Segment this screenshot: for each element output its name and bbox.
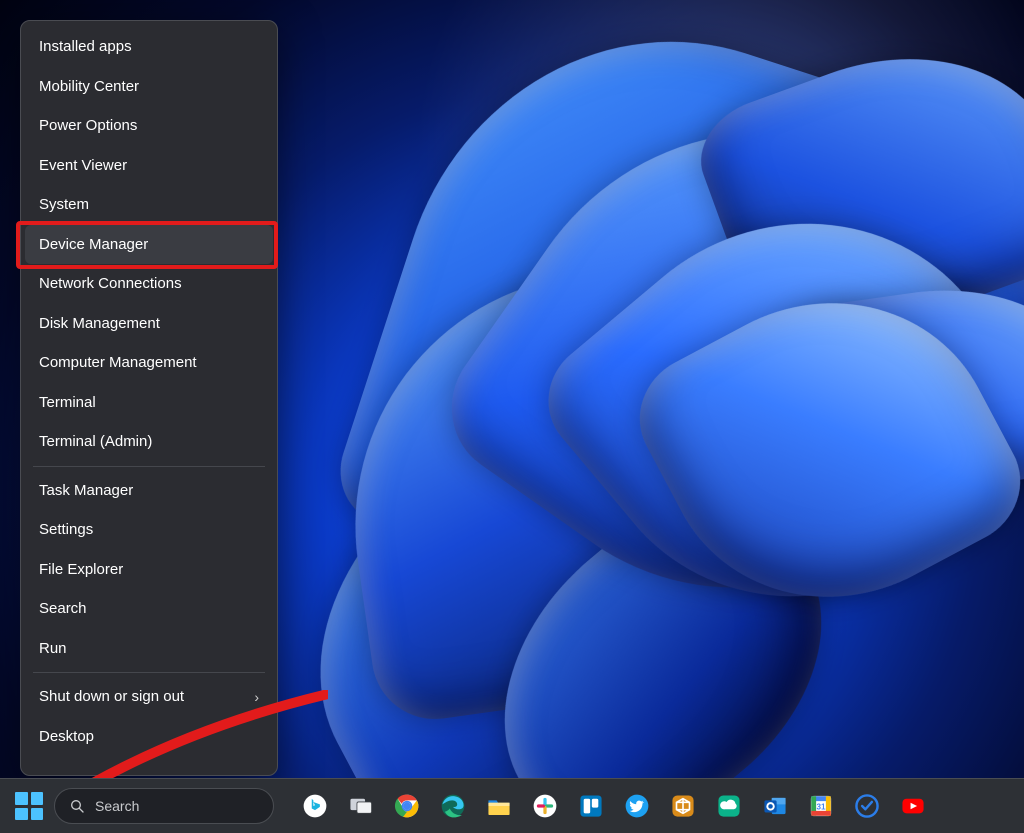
menu-item-file-explorer[interactable]: File Explorer — [25, 550, 273, 590]
menu-item-label: Disk Management — [39, 314, 160, 334]
menu-item-label: Settings — [39, 520, 93, 540]
taskbar-icon-slack[interactable] — [526, 787, 564, 825]
menu-item-run[interactable]: Run — [25, 629, 273, 669]
search-placeholder: Search — [95, 798, 139, 814]
menu-item-label: Terminal (Admin) — [39, 432, 152, 452]
menu-separator — [33, 672, 265, 673]
taskbar-icon-ticktick[interactable] — [848, 787, 886, 825]
menu-item-computer-management[interactable]: Computer Management — [25, 343, 273, 383]
taskbar-icon-explorer[interactable] — [480, 787, 518, 825]
menu-item-label: Task Manager — [39, 481, 133, 501]
taskbar-icon-taskview[interactable] — [342, 787, 380, 825]
svg-text:31: 31 — [816, 802, 826, 811]
taskbar-pinned-area: 31 — [296, 787, 932, 825]
pcloud-icon — [716, 793, 742, 819]
taskbar-search[interactable]: Search — [54, 788, 274, 824]
menu-item-label: System — [39, 195, 89, 215]
menu-item-shutdown-signout[interactable]: Shut down or sign out › — [25, 677, 273, 717]
menu-item-label: Device Manager — [39, 235, 148, 255]
menu-item-label: Terminal — [39, 393, 96, 413]
menu-item-power-options[interactable]: Power Options — [25, 106, 273, 146]
menu-item-label: File Explorer — [39, 560, 123, 580]
menu-item-settings[interactable]: Settings — [25, 510, 273, 550]
taskbar-icon-outlook[interactable] — [756, 787, 794, 825]
taskbar: Search 31 — [0, 778, 1024, 833]
menu-item-label: Mobility Center — [39, 77, 139, 97]
taskbar-icon-bing[interactable] — [296, 787, 334, 825]
menu-item-label: Desktop — [39, 727, 94, 747]
menu-item-label: Event Viewer — [39, 156, 127, 176]
menu-item-terminal-admin[interactable]: Terminal (Admin) — [25, 422, 273, 462]
menu-item-task-manager[interactable]: Task Manager — [25, 471, 273, 511]
menu-item-installed-apps[interactable]: Installed apps — [25, 27, 273, 67]
database-app-icon — [670, 793, 696, 819]
menu-item-mobility-center[interactable]: Mobility Center — [25, 67, 273, 107]
taskbar-icon-pcloud[interactable] — [710, 787, 748, 825]
edge-icon — [440, 793, 466, 819]
menu-separator — [33, 466, 265, 467]
youtube-icon — [900, 793, 926, 819]
chrome-icon — [394, 793, 420, 819]
menu-item-disk-management[interactable]: Disk Management — [25, 304, 273, 344]
menu-item-system[interactable]: System — [25, 185, 273, 225]
taskbar-icon-twitter[interactable] — [618, 787, 656, 825]
menu-item-label: Network Connections — [39, 274, 182, 294]
google-calendar-icon: 31 — [808, 793, 834, 819]
taskbar-icon-chrome[interactable] — [388, 787, 426, 825]
search-icon — [69, 798, 85, 814]
taskbar-icon-trello[interactable] — [572, 787, 610, 825]
menu-item-desktop[interactable]: Desktop — [25, 717, 273, 757]
slack-icon — [532, 793, 558, 819]
menu-item-label: Search — [39, 599, 87, 619]
menu-item-label: Computer Management — [39, 353, 197, 373]
ticktick-icon — [854, 793, 880, 819]
menu-item-label: Installed apps — [39, 37, 132, 57]
twitter-icon — [624, 793, 650, 819]
menu-item-label: Power Options — [39, 116, 137, 136]
chevron-right-icon: › — [254, 688, 259, 706]
menu-item-label: Shut down or sign out — [39, 687, 184, 707]
menu-item-event-viewer[interactable]: Event Viewer — [25, 146, 273, 186]
taskbar-icon-calendar[interactable]: 31 — [802, 787, 840, 825]
task-view-icon — [348, 793, 374, 819]
bing-icon — [302, 793, 328, 819]
menu-item-label: Run — [39, 639, 67, 659]
file-explorer-icon — [486, 793, 512, 819]
menu-item-network-connections[interactable]: Network Connections — [25, 264, 273, 304]
taskbar-icon-beekeeper[interactable] — [664, 787, 702, 825]
start-button[interactable] — [10, 787, 48, 825]
menu-item-device-manager[interactable]: Device Manager — [25, 225, 273, 265]
taskbar-icon-youtube[interactable] — [894, 787, 932, 825]
trello-icon — [578, 793, 604, 819]
menu-item-terminal[interactable]: Terminal — [25, 383, 273, 423]
winx-context-menu[interactable]: Installed apps Mobility Center Power Optio… — [20, 20, 278, 776]
outlook-icon — [762, 793, 788, 819]
menu-item-search[interactable]: Search — [25, 589, 273, 629]
taskbar-icon-edge[interactable] — [434, 787, 472, 825]
